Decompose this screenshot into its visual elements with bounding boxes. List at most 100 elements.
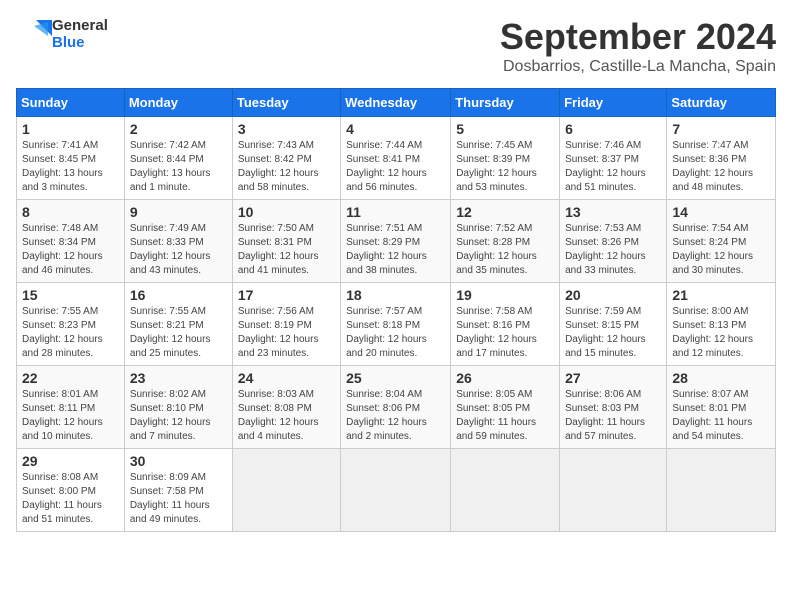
day-info: Sunrise: 7:47 AM Sunset: 8:36 PM Dayligh… <box>672 139 770 195</box>
daylight-hours: Daylight: 12 hours and 23 minutes. <box>238 333 335 361</box>
sunset-time: Sunset: 7:58 PM <box>130 485 227 499</box>
daylight-hours: Daylight: 12 hours and 46 minutes. <box>22 250 119 278</box>
day-number: 9 <box>130 204 227 220</box>
calendar-cell: 10 Sunrise: 7:50 AM Sunset: 8:31 PM Dayl… <box>232 200 340 283</box>
daylight-hours: Daylight: 12 hours and 35 minutes. <box>456 250 554 278</box>
day-info: Sunrise: 7:48 AM Sunset: 8:34 PM Dayligh… <box>22 222 119 278</box>
sunset-time: Sunset: 8:39 PM <box>456 153 554 167</box>
daylight-hours: Daylight: 12 hours and 7 minutes. <box>130 416 227 444</box>
day-info: Sunrise: 7:44 AM Sunset: 8:41 PM Dayligh… <box>346 139 445 195</box>
daylight-hours: Daylight: 12 hours and 12 minutes. <box>672 333 770 361</box>
day-number: 21 <box>672 287 770 303</box>
day-number: 29 <box>22 453 119 469</box>
sunset-time: Sunset: 8:42 PM <box>238 153 335 167</box>
sunset-time: Sunset: 8:05 PM <box>456 402 554 416</box>
sunrise-time: Sunrise: 7:41 AM <box>22 139 119 153</box>
sunrise-time: Sunrise: 8:02 AM <box>130 388 227 402</box>
calendar-cell: 6 Sunrise: 7:46 AM Sunset: 8:37 PM Dayli… <box>560 117 667 200</box>
calendar-cell: 18 Sunrise: 7:57 AM Sunset: 8:18 PM Dayl… <box>341 283 451 366</box>
day-info: Sunrise: 7:45 AM Sunset: 8:39 PM Dayligh… <box>456 139 554 195</box>
calendar-cell: 7 Sunrise: 7:47 AM Sunset: 8:36 PM Dayli… <box>667 117 776 200</box>
week-row-5: 29 Sunrise: 8:08 AM Sunset: 8:00 PM Dayl… <box>17 449 776 532</box>
calendar-cell: 2 Sunrise: 7:42 AM Sunset: 8:44 PM Dayli… <box>124 117 232 200</box>
daylight-hours: Daylight: 12 hours and 10 minutes. <box>22 416 119 444</box>
daylight-hours: Daylight: 11 hours and 51 minutes. <box>22 499 119 527</box>
sunset-time: Sunset: 8:13 PM <box>672 319 770 333</box>
day-number: 1 <box>22 121 119 137</box>
weekday-header-thursday: Thursday <box>451 89 560 117</box>
daylight-hours: Daylight: 12 hours and 53 minutes. <box>456 167 554 195</box>
weekday-header-row: SundayMondayTuesdayWednesdayThursdayFrid… <box>17 89 776 117</box>
day-number: 17 <box>238 287 335 303</box>
day-info: Sunrise: 7:59 AM Sunset: 8:15 PM Dayligh… <box>565 305 661 361</box>
day-info: Sunrise: 8:04 AM Sunset: 8:06 PM Dayligh… <box>346 388 445 444</box>
day-number: 5 <box>456 121 554 137</box>
day-info: Sunrise: 8:03 AM Sunset: 8:08 PM Dayligh… <box>238 388 335 444</box>
sunset-time: Sunset: 8:23 PM <box>22 319 119 333</box>
day-number: 10 <box>238 204 335 220</box>
sunset-time: Sunset: 8:31 PM <box>238 236 335 250</box>
day-number: 4 <box>346 121 445 137</box>
daylight-hours: Daylight: 11 hours and 59 minutes. <box>456 416 554 444</box>
month-title: September 2024 <box>500 16 776 58</box>
sunrise-time: Sunrise: 8:06 AM <box>565 388 661 402</box>
daylight-hours: Daylight: 12 hours and 17 minutes. <box>456 333 554 361</box>
calendar-cell: 21 Sunrise: 8:00 AM Sunset: 8:13 PM Dayl… <box>667 283 776 366</box>
calendar-cell: 20 Sunrise: 7:59 AM Sunset: 8:15 PM Dayl… <box>560 283 667 366</box>
logo-general: General <box>52 17 108 34</box>
calendar-cell: 22 Sunrise: 8:01 AM Sunset: 8:11 PM Dayl… <box>17 366 125 449</box>
day-number: 8 <box>22 204 119 220</box>
day-info: Sunrise: 8:01 AM Sunset: 8:11 PM Dayligh… <box>22 388 119 444</box>
sunrise-time: Sunrise: 7:55 AM <box>130 305 227 319</box>
daylight-hours: Daylight: 12 hours and 33 minutes. <box>565 250 661 278</box>
calendar-cell: 30 Sunrise: 8:09 AM Sunset: 7:58 PM Dayl… <box>124 449 232 532</box>
sunrise-time: Sunrise: 7:42 AM <box>130 139 227 153</box>
sunset-time: Sunset: 8:16 PM <box>456 319 554 333</box>
sunset-time: Sunset: 8:03 PM <box>565 402 661 416</box>
logo-blue: Blue <box>52 34 108 51</box>
daylight-hours: Daylight: 12 hours and 51 minutes. <box>565 167 661 195</box>
sunset-time: Sunset: 8:10 PM <box>130 402 227 416</box>
day-number: 12 <box>456 204 554 220</box>
calendar-cell: 12 Sunrise: 7:52 AM Sunset: 8:28 PM Dayl… <box>451 200 560 283</box>
week-row-3: 15 Sunrise: 7:55 AM Sunset: 8:23 PM Dayl… <box>17 283 776 366</box>
calendar-cell: 4 Sunrise: 7:44 AM Sunset: 8:41 PM Dayli… <box>341 117 451 200</box>
calendar-cell: 13 Sunrise: 7:53 AM Sunset: 8:26 PM Dayl… <box>560 200 667 283</box>
day-info: Sunrise: 7:55 AM Sunset: 8:23 PM Dayligh… <box>22 305 119 361</box>
day-info: Sunrise: 7:49 AM Sunset: 8:33 PM Dayligh… <box>130 222 227 278</box>
sunset-time: Sunset: 8:34 PM <box>22 236 119 250</box>
day-info: Sunrise: 7:42 AM Sunset: 8:44 PM Dayligh… <box>130 139 227 195</box>
sunrise-time: Sunrise: 7:46 AM <box>565 139 661 153</box>
day-number: 7 <box>672 121 770 137</box>
calendar-cell: 25 Sunrise: 8:04 AM Sunset: 8:06 PM Dayl… <box>341 366 451 449</box>
calendar-cell: 16 Sunrise: 7:55 AM Sunset: 8:21 PM Dayl… <box>124 283 232 366</box>
sunrise-time: Sunrise: 7:43 AM <box>238 139 335 153</box>
daylight-hours: Daylight: 12 hours and 2 minutes. <box>346 416 445 444</box>
weekday-header-monday: Monday <box>124 89 232 117</box>
calendar-cell: 11 Sunrise: 7:51 AM Sunset: 8:29 PM Dayl… <box>341 200 451 283</box>
day-number: 15 <box>22 287 119 303</box>
day-number: 16 <box>130 287 227 303</box>
weekday-header-saturday: Saturday <box>667 89 776 117</box>
daylight-hours: Daylight: 11 hours and 57 minutes. <box>565 416 661 444</box>
sunset-time: Sunset: 8:45 PM <box>22 153 119 167</box>
day-number: 3 <box>238 121 335 137</box>
sunset-time: Sunset: 8:26 PM <box>565 236 661 250</box>
sunrise-time: Sunrise: 7:47 AM <box>672 139 770 153</box>
calendar-cell <box>341 449 451 532</box>
calendar-cell: 26 Sunrise: 8:05 AM Sunset: 8:05 PM Dayl… <box>451 366 560 449</box>
calendar-cell: 14 Sunrise: 7:54 AM Sunset: 8:24 PM Dayl… <box>667 200 776 283</box>
calendar-cell: 8 Sunrise: 7:48 AM Sunset: 8:34 PM Dayli… <box>17 200 125 283</box>
day-number: 23 <box>130 370 227 386</box>
sunset-time: Sunset: 8:11 PM <box>22 402 119 416</box>
day-info: Sunrise: 7:53 AM Sunset: 8:26 PM Dayligh… <box>565 222 661 278</box>
sunset-time: Sunset: 8:37 PM <box>565 153 661 167</box>
day-number: 22 <box>22 370 119 386</box>
sunset-time: Sunset: 8:06 PM <box>346 402 445 416</box>
daylight-hours: Daylight: 11 hours and 49 minutes. <box>130 499 227 527</box>
sunrise-time: Sunrise: 8:01 AM <box>22 388 119 402</box>
sunrise-time: Sunrise: 7:53 AM <box>565 222 661 236</box>
sunset-time: Sunset: 8:18 PM <box>346 319 445 333</box>
weekday-header-friday: Friday <box>560 89 667 117</box>
daylight-hours: Daylight: 12 hours and 38 minutes. <box>346 250 445 278</box>
